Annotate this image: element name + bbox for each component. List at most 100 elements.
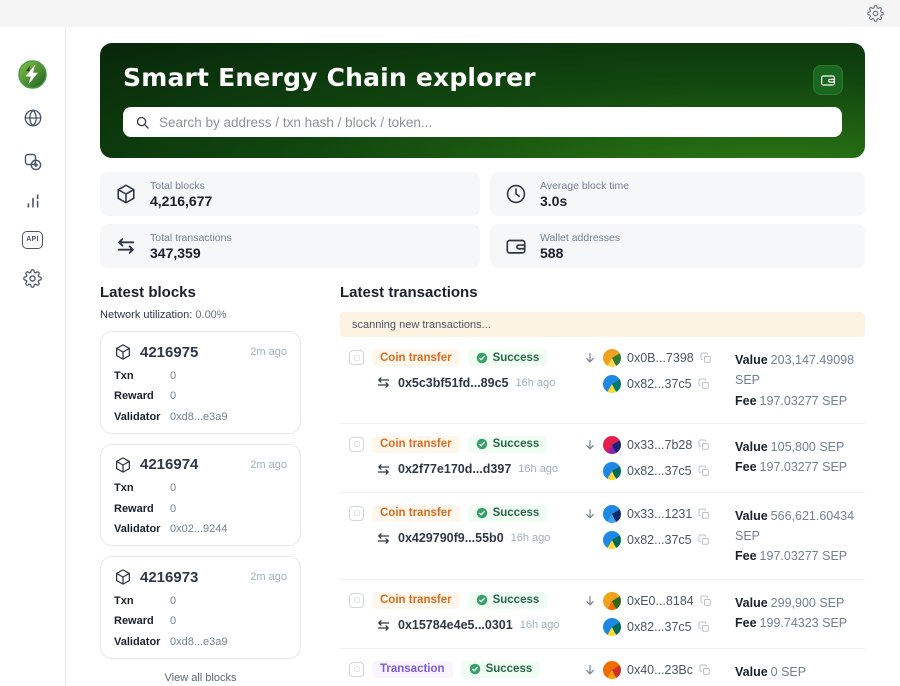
search-bar <box>123 107 842 137</box>
copy-icon[interactable] <box>698 439 710 451</box>
transaction-row: Coin transfer Success 0x15784e4e5...0301… <box>340 579 865 648</box>
transaction-fee: Fee197.03277 SEP <box>735 457 865 477</box>
wallet-icon <box>505 235 527 257</box>
block-number-link[interactable]: 4216974 <box>140 456 198 473</box>
from-address-link[interactable]: 0x0B...7398 <box>627 351 694 365</box>
stat-label: Total transactions <box>150 232 232 244</box>
copy-icon[interactable] <box>698 465 710 477</box>
direction-down-arrow-icon <box>583 663 597 677</box>
stat-value: 4,216,677 <box>150 193 212 209</box>
globe-icon <box>23 108 43 128</box>
copy-icon[interactable] <box>700 595 712 607</box>
transaction-type-tag[interactable]: Coin transfer <box>372 592 460 609</box>
block-validator-link[interactable]: 0x02...9244 <box>170 523 228 535</box>
sidebar-item-stats[interactable] <box>22 190 43 211</box>
latest-blocks-section: Latest blocks Network utilization: 0.00%… <box>100 284 301 684</box>
search-icon <box>135 115 150 130</box>
block-reward: 0 <box>170 615 176 627</box>
copy-icon[interactable] <box>698 508 710 520</box>
from-address-avatar <box>603 349 621 367</box>
transaction-value: Value203,147.49098 SEP <box>735 350 865 391</box>
clock-icon <box>505 183 527 205</box>
stat-label: Wallet addresses <box>540 232 620 244</box>
transfer-arrows-icon <box>115 235 137 257</box>
transaction-hash-link[interactable]: 0x2f77e170d...d397 <box>398 462 511 476</box>
transaction-row: Transaction Success 0xa25f9d9d...0057 16… <box>340 648 865 686</box>
from-address-link[interactable]: 0x40...23Bc <box>627 663 693 677</box>
from-address-link[interactable]: 0xE0...8184 <box>627 594 694 608</box>
direction-down-arrow-icon <box>583 594 597 608</box>
copy-icon[interactable] <box>698 378 710 390</box>
block-validator-link[interactable]: 0xd8...e3a9 <box>170 411 228 423</box>
transaction-type-tag[interactable]: Coin transfer <box>372 505 460 522</box>
success-check-icon <box>469 663 481 675</box>
copy-icon[interactable] <box>700 352 712 364</box>
page-title: Smart Energy Chain explorer <box>123 63 536 92</box>
from-address-link[interactable]: 0x33...1231 <box>627 507 692 521</box>
transaction-age: 16h ago <box>520 619 560 631</box>
to-address-link[interactable]: 0x82...37c5 <box>627 620 692 634</box>
copy-icon[interactable] <box>698 534 710 546</box>
block-txn-count: 0 <box>170 595 176 607</box>
connect-wallet-button[interactable] <box>813 65 843 95</box>
stat-label: Average block time <box>540 180 629 192</box>
transaction-type-icon <box>349 593 364 608</box>
block-txn-count: 0 <box>170 370 176 382</box>
stat-value: 347,359 <box>150 245 232 261</box>
block-number-link[interactable]: 4216973 <box>140 569 198 586</box>
api-badge-icon: API <box>22 231 43 249</box>
stat-value: 588 <box>540 245 620 261</box>
transaction-fee: Fee197.03277 SEP <box>735 546 865 566</box>
sidebar-item-settings[interactable] <box>22 268 43 289</box>
transaction-type-tag[interactable]: Transaction <box>372 661 453 678</box>
direction-down-arrow-icon <box>583 507 597 521</box>
transaction-hash-link[interactable]: 0x5c3bf51fd...89c5 <box>398 376 509 390</box>
transaction-age: 16h ago <box>518 463 558 475</box>
to-address-link[interactable]: 0x82...37c5 <box>627 377 692 391</box>
stat-wallet-addresses: Wallet addresses 588 <box>490 224 865 268</box>
stat-value: 3.0s <box>540 193 629 209</box>
scanning-banner: scanning new transactions... <box>340 312 865 337</box>
block-validator-link[interactable]: 0xd8...e3a9 <box>170 636 228 648</box>
block-card: 4216973 2m ago Txn0 Reward0 Validator0xd… <box>100 556 301 659</box>
block-card: 4216974 2m ago Txn0 Reward0 Validator0x0… <box>100 444 301 547</box>
transaction-age: 16h ago <box>511 532 551 544</box>
settings-gear-icon[interactable] <box>867 5 884 22</box>
block-txn-count: 0 <box>170 482 176 494</box>
to-address-avatar <box>603 462 621 480</box>
transaction-hash-link[interactable]: 0x15784e4e5...0301 <box>398 618 513 632</box>
transaction-type-tag[interactable]: Coin transfer <box>372 436 460 453</box>
status-badge: Success <box>468 592 548 609</box>
sidebar-item-tokens[interactable] <box>22 151 43 172</box>
transaction-fee: Fee197.03277 SEP <box>735 391 865 411</box>
transaction-type-icon <box>349 662 364 677</box>
status-badge: Success <box>468 505 548 522</box>
sidebar-item-network[interactable] <box>22 107 43 128</box>
status-badge: Success <box>468 349 548 366</box>
to-address-link[interactable]: 0x82...37c5 <box>627 533 692 547</box>
status-badge: Success <box>468 436 548 453</box>
block-age: 2m ago <box>250 571 287 583</box>
to-address-link[interactable]: 0x82...37c5 <box>627 464 692 478</box>
block-number-link[interactable]: 4216975 <box>140 344 198 361</box>
stat-total-transactions: Total transactions 347,359 <box>100 224 480 268</box>
app-logo-lightning-icon[interactable] <box>18 60 47 89</box>
copy-icon[interactable] <box>699 664 711 676</box>
transaction-type-icon <box>349 350 364 365</box>
view-all-blocks-link[interactable]: View all blocks <box>100 672 301 684</box>
stat-total-blocks: Total blocks 4,216,677 <box>100 172 480 216</box>
transaction-row: Coin transfer Success 0x5c3bf51fd...89c5… <box>340 337 865 423</box>
sidebar-item-api[interactable]: API <box>22 229 43 250</box>
from-address-avatar <box>603 661 621 679</box>
search-input[interactable] <box>159 115 830 130</box>
copy-icon[interactable] <box>698 621 710 633</box>
latest-transactions-section: Latest transactions scanning new transac… <box>340 284 865 686</box>
success-check-icon <box>476 438 488 450</box>
bar-chart-icon <box>23 191 43 211</box>
transaction-hash-link[interactable]: 0x429790f9...55b0 <box>398 531 504 545</box>
transfer-arrows-icon <box>376 462 391 477</box>
tokens-icon <box>23 152 43 172</box>
from-address-link[interactable]: 0x33...7b28 <box>627 438 692 452</box>
transaction-row: Coin transfer Success 0x2f77e170d...d397… <box>340 423 865 492</box>
transaction-type-tag[interactable]: Coin transfer <box>372 349 460 366</box>
